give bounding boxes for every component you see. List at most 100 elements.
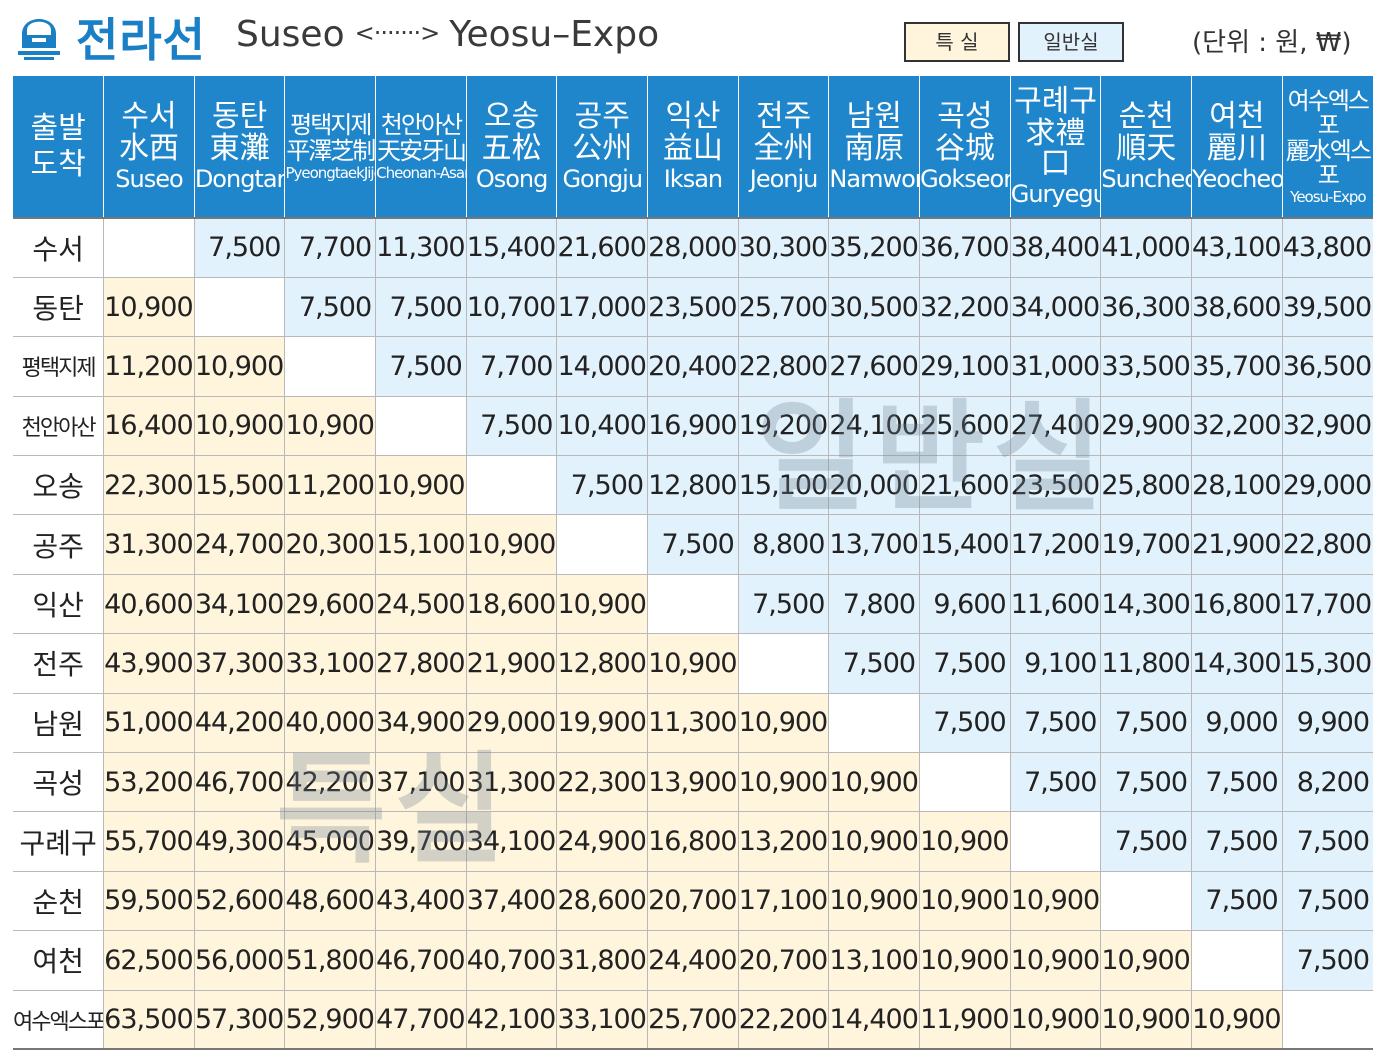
fare-cell: 24,100 — [828, 396, 921, 457]
fare-cell: 36,500 — [1282, 336, 1373, 397]
fare-cell: 7,500 — [375, 336, 467, 397]
fare-cell: 62,500 — [103, 930, 195, 991]
fare-cell: 12,800 — [647, 455, 739, 516]
fare-cell: 10,900 — [828, 811, 921, 872]
table-row: 구례구 55,700 49,300 45,000 39,700 34,100 24,900 1… — [13, 811, 1373, 872]
fare-cell: 21,900 — [466, 633, 558, 694]
row-station: 여수엑스포 — [13, 990, 105, 1051]
fare-cell: 13,200 — [738, 811, 830, 872]
fare-cell: 10,900 — [1010, 930, 1102, 991]
fare-cell: 38,600 — [1191, 277, 1283, 338]
fare-cell: 20,400 — [647, 336, 739, 397]
fare-cell: 43,800 — [1282, 216, 1373, 278]
column-header-cn: 順天 — [1116, 131, 1177, 166]
column-header-cn: 平澤芝制 — [286, 136, 375, 165]
fare-cell: 44,200 — [194, 693, 286, 754]
row-station: 평택지제 — [13, 336, 105, 397]
fare-cell: 24,500 — [375, 574, 467, 635]
fare-cell: 19,200 — [738, 396, 830, 457]
column-header-ko: 여수엑스포 — [1287, 86, 1370, 139]
fare-cell: 42,100 — [466, 990, 558, 1051]
fare-cell: 10,900 — [1010, 990, 1102, 1051]
column-header: 남원 南原 Namwon — [828, 76, 920, 218]
fare-cell: 59,500 — [103, 871, 195, 932]
corner-arrival: 도착 — [30, 146, 86, 182]
fare-cell: 10,900 — [194, 396, 286, 457]
fare-cell: 13,900 — [647, 752, 739, 813]
column-header-cn: 麗水엑스포 — [1285, 136, 1372, 189]
fare-cell: 10,900 — [828, 752, 921, 813]
fare-cell: 10,900 — [194, 336, 286, 397]
row-station: 익산 — [13, 574, 105, 635]
route-origin: Suseo — [236, 14, 345, 55]
table-row: 곡성 53,200 46,700 42,200 37,100 31,300 22,300 13… — [13, 752, 1373, 813]
fare-cell: 32,200 — [1191, 396, 1283, 457]
fare-cell: 57,300 — [194, 990, 286, 1051]
fare-cell: 29,000 — [1282, 455, 1373, 516]
fare-cell: 10,700 — [466, 277, 558, 338]
fare-cell: 29,900 — [1100, 396, 1193, 457]
column-header-ko: 남원 — [846, 99, 902, 134]
fare-cell: 10,900 — [1100, 930, 1193, 991]
fare-cell: 10,900 — [738, 752, 830, 813]
fare-cell: 7,500 — [1191, 811, 1283, 872]
fare-cell: 42,200 — [284, 752, 377, 813]
column-header-cn: 公州 — [572, 131, 633, 166]
fare-cell: 43,900 — [103, 633, 195, 694]
fare-cell: 7,700 — [284, 216, 377, 278]
fare-cell — [1191, 930, 1283, 991]
fare-cell: 40,000 — [284, 693, 377, 754]
column-header-cn: 天安牙山 — [376, 136, 466, 165]
fare-cell: 48,600 — [284, 871, 377, 932]
table-row: 천안아산 16,400 10,900 10,900 7,500 10,400 16,900 1… — [13, 396, 1373, 457]
fare-cell: 11,300 — [647, 693, 739, 754]
fare-cell: 63,500 — [103, 990, 195, 1051]
fare-cell: 9,900 — [1282, 693, 1373, 754]
fare-cell: 15,100 — [375, 514, 467, 575]
table-row: 여수엑스포 63,500 57,300 52,900 47,700 42,100 33,10… — [13, 990, 1373, 1051]
row-station: 곡성 — [13, 752, 105, 813]
row-station: 천안아산 — [13, 396, 105, 457]
column-header-en: Jeonju — [749, 165, 819, 193]
fare-cell: 37,400 — [466, 871, 558, 932]
table-row: 여천 62,500 56,000 51,800 46,700 40,700 31,800 24… — [13, 930, 1373, 991]
corner-header: 출발 도착 — [13, 76, 104, 218]
row-station: 전주 — [13, 633, 105, 694]
fare-cell: 12,800 — [556, 633, 649, 694]
fare-cell: 14,400 — [828, 990, 921, 1051]
column-header: 오송 五松 Osong — [465, 76, 557, 218]
table-row: 동탄 10,900 7,500 7,500 10,700 17,000 23,500 25,7… — [13, 277, 1373, 338]
column-header-en: Dongtan — [194, 165, 285, 193]
fare-cell: 37,300 — [194, 633, 286, 694]
column-header: 익산 益山 Iksan — [647, 76, 739, 218]
fare-table-container: 출발 도착 수서 水西 Suseo 동탄 東灘 Dongtan 평택지제 平澤芝制 Pyeongt… — [13, 76, 1373, 1051]
row-station: 순천 — [13, 871, 105, 932]
fare-cell — [103, 216, 195, 278]
route-arrow: <·······> — [354, 19, 441, 47]
fare-cell: 13,100 — [828, 930, 921, 991]
fare-cell: 7,500 — [919, 693, 1011, 754]
column-header-ko: 평택지제 — [290, 110, 372, 139]
title-bar: 전라선 Suseo <·······> Yeosu–Expo 특 실 일반실 (단위… — [0, 0, 1381, 76]
fare-cell: 35,700 — [1191, 336, 1283, 397]
fare-cell: 10,900 — [919, 811, 1011, 872]
fare-cell: 7,500 — [375, 277, 467, 338]
column-header-en: Namwon — [829, 165, 920, 193]
row-station: 공주 — [13, 514, 105, 575]
column-header-ko: 오송 — [484, 99, 540, 134]
table-row: 남원 51,000 44,200 40,000 34,900 29,000 19,900 11… — [13, 693, 1373, 754]
fare-cell: 11,800 — [1100, 633, 1193, 694]
column-header-cn: 東灘 — [209, 131, 270, 166]
fare-cell: 7,500 — [1010, 693, 1102, 754]
fare-cell: 22,300 — [103, 455, 195, 516]
column-header-en: Guryegu — [1010, 180, 1101, 208]
fare-cell: 17,000 — [556, 277, 649, 338]
fare-cell: 20,300 — [284, 514, 377, 575]
column-header: 여수엑스포 麗水엑스포 Yeosu-Expo — [1281, 76, 1373, 218]
fare-cell — [466, 455, 558, 516]
column-header-ko: 익산 — [665, 99, 721, 134]
column-header-en: Osong — [475, 165, 549, 193]
fare-cell: 8,800 — [738, 514, 830, 575]
table-row: 순천 59,500 52,600 48,600 43,400 37,400 28,600 20… — [13, 871, 1373, 932]
fare-cell: 33,100 — [556, 990, 649, 1051]
